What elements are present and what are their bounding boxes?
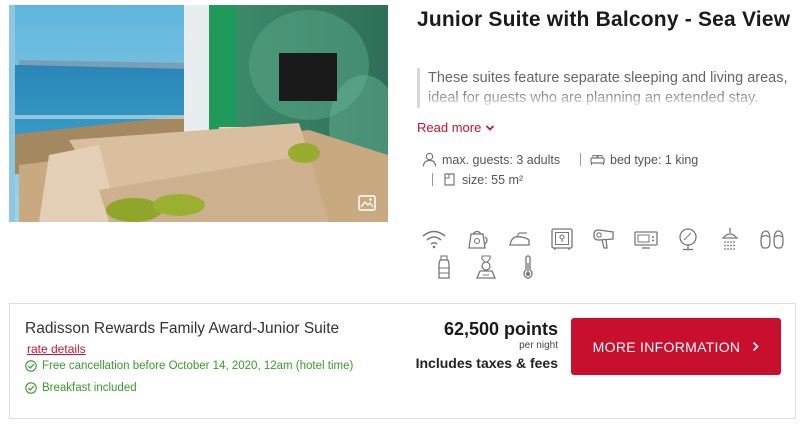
read-more-link[interactable]: Read more [417,120,495,135]
rate-name: Radisson Rewards Family Award-Junior Sui… [25,320,340,337]
room-size-icon [444,173,455,186]
toiletries-icon [431,254,457,280]
room-description: These suites feature separate sleeping a… [417,68,795,108]
gallery-icon[interactable] [358,195,376,211]
per-night-label: per night [519,340,558,351]
read-more-label: Read more [417,120,482,135]
chevron-down-icon [486,124,495,131]
room-title: Junior Suite with Balcony - Sea View [417,8,791,31]
rate-card: Radisson Rewards Family Award-Junior Sui… [9,303,796,419]
wifi-icon [421,226,447,252]
description-fade [420,90,795,108]
person-icon [422,152,437,167]
spec-guests-text: max. guests: 3 adults [442,152,561,167]
perk-item: Breakfast included [25,382,137,394]
tv-icon [633,226,659,252]
perk-text: Free cancellation before October 14, 202… [42,360,354,372]
more-information-label: MORE INFORMATION [592,338,741,355]
spec-size: size: 55 m² [432,172,523,187]
spec-guests: max. guests: 3 adults [422,152,560,167]
check-circle-icon [25,360,37,372]
room-photo[interactable] [9,5,388,222]
separator [432,173,433,186]
iron-icon [507,226,533,252]
thermometer-icon [515,254,541,280]
spec-bed: bed type: 1 king [580,152,698,167]
separator [580,153,581,166]
safe-icon [549,226,575,252]
points-price: 62,500 points [443,319,558,339]
rate-details-link[interactable]: rate details [27,342,86,356]
hairdryer-icon [591,226,617,252]
room-photo-image [9,5,388,222]
spec-size-text: size: 55 m² [462,172,524,187]
chevron-right-icon [753,341,759,352]
taxes-label: Includes taxes & fees [415,355,558,371]
minibar-icon [473,254,499,280]
shower-icon [717,226,743,252]
mirror-icon [675,226,701,252]
check-circle-icon [25,382,37,394]
kettle-icon [464,226,490,252]
price-block: 62,500 points per night Includes taxes &… [416,319,558,371]
spec-bed-text: bed type: 1 king [610,152,699,167]
perk-text: Breakfast included [42,382,137,394]
perk-item: Free cancellation before October 14, 202… [25,360,353,372]
bed-icon [590,155,605,165]
slippers-icon [759,226,785,252]
more-information-button[interactable]: MORE INFORMATION [571,318,781,375]
